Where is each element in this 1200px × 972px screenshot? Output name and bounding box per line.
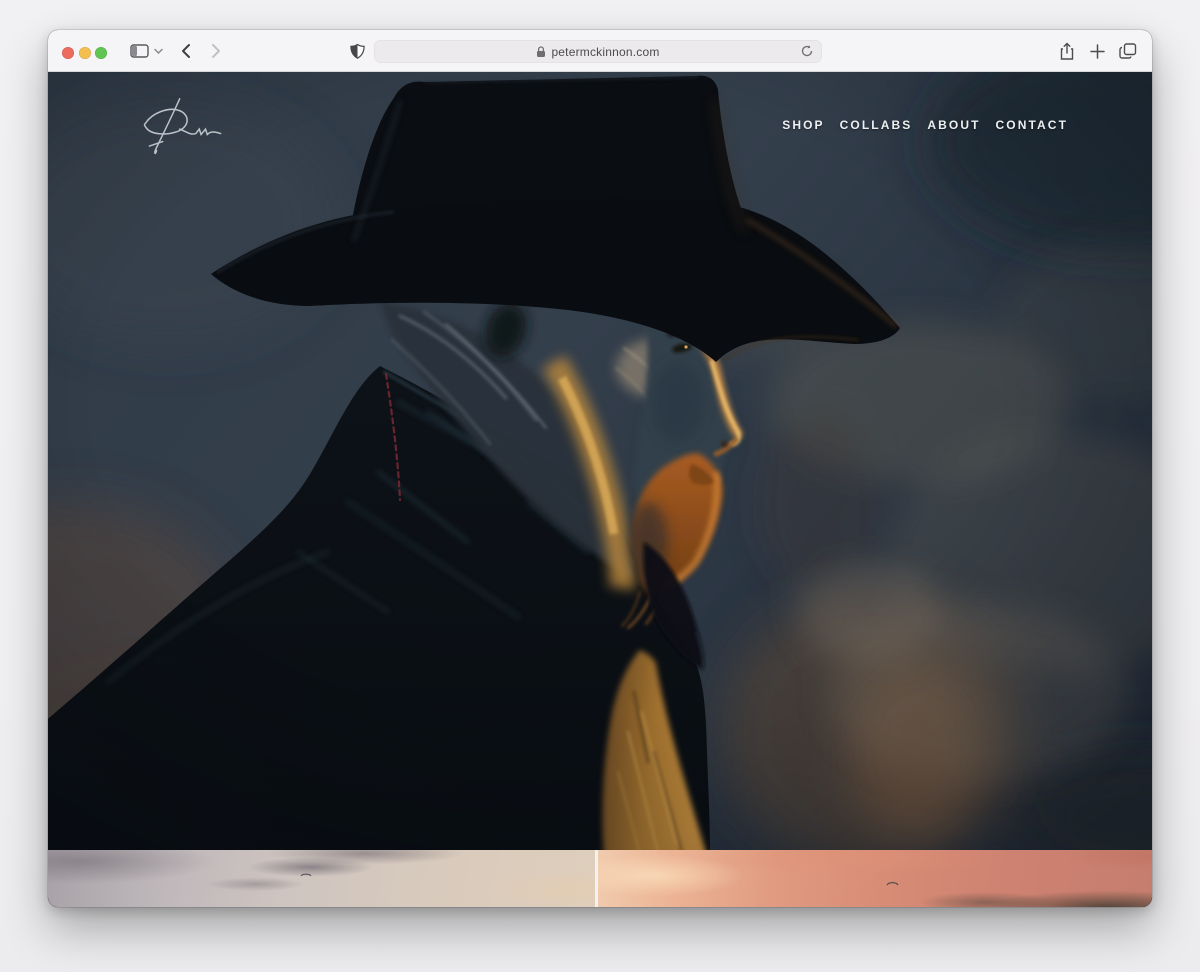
hero-image: SHOP COLLABS ABOUT CONTACT xyxy=(48,72,1152,850)
gallery-image-dawn-sky xyxy=(48,850,595,907)
forward-icon[interactable] xyxy=(211,41,221,61)
logo-signature[interactable] xyxy=(128,94,226,166)
bird-icon xyxy=(886,880,899,887)
url-text: petermckinnon.com xyxy=(551,45,659,59)
sidebar-icon[interactable] xyxy=(130,41,149,61)
reload-icon[interactable] xyxy=(800,44,814,63)
nav-contact[interactable]: CONTACT xyxy=(996,118,1068,132)
zoom-button[interactable] xyxy=(95,47,107,59)
tabs-overview-icon[interactable] xyxy=(1119,41,1137,61)
hero-portrait-art xyxy=(48,72,1152,850)
nav-shop[interactable]: SHOP xyxy=(782,118,824,132)
webpage: SHOP COLLABS ABOUT CONTACT xyxy=(48,72,1152,907)
address-bar[interactable]: petermckinnon.com xyxy=(374,40,822,63)
safari-window: petermckinnon.com xyxy=(48,30,1152,907)
main-nav: SHOP COLLABS ABOUT CONTACT xyxy=(782,118,1068,132)
minimize-button[interactable] xyxy=(79,47,91,59)
new-tab-icon[interactable] xyxy=(1090,41,1105,61)
site-header: SHOP COLLABS ABOUT CONTACT xyxy=(48,72,1152,182)
lock-icon xyxy=(536,46,546,58)
nav-about[interactable]: ABOUT xyxy=(927,118,980,132)
gallery-strip xyxy=(48,850,1152,907)
gallery-image-sunset-sky xyxy=(598,850,1152,907)
bird-icon xyxy=(300,872,312,878)
close-button[interactable] xyxy=(62,47,74,59)
share-icon[interactable] xyxy=(1059,41,1075,61)
back-icon[interactable] xyxy=(181,41,191,61)
browser-titlebar: petermckinnon.com xyxy=(48,30,1152,72)
privacy-shield-icon[interactable] xyxy=(350,41,365,61)
nav-collabs[interactable]: COLLABS xyxy=(840,118,913,132)
desktop: { "browser": { "url": "petermckinnon.com… xyxy=(0,0,1200,972)
chevron-down-icon[interactable] xyxy=(154,41,163,61)
